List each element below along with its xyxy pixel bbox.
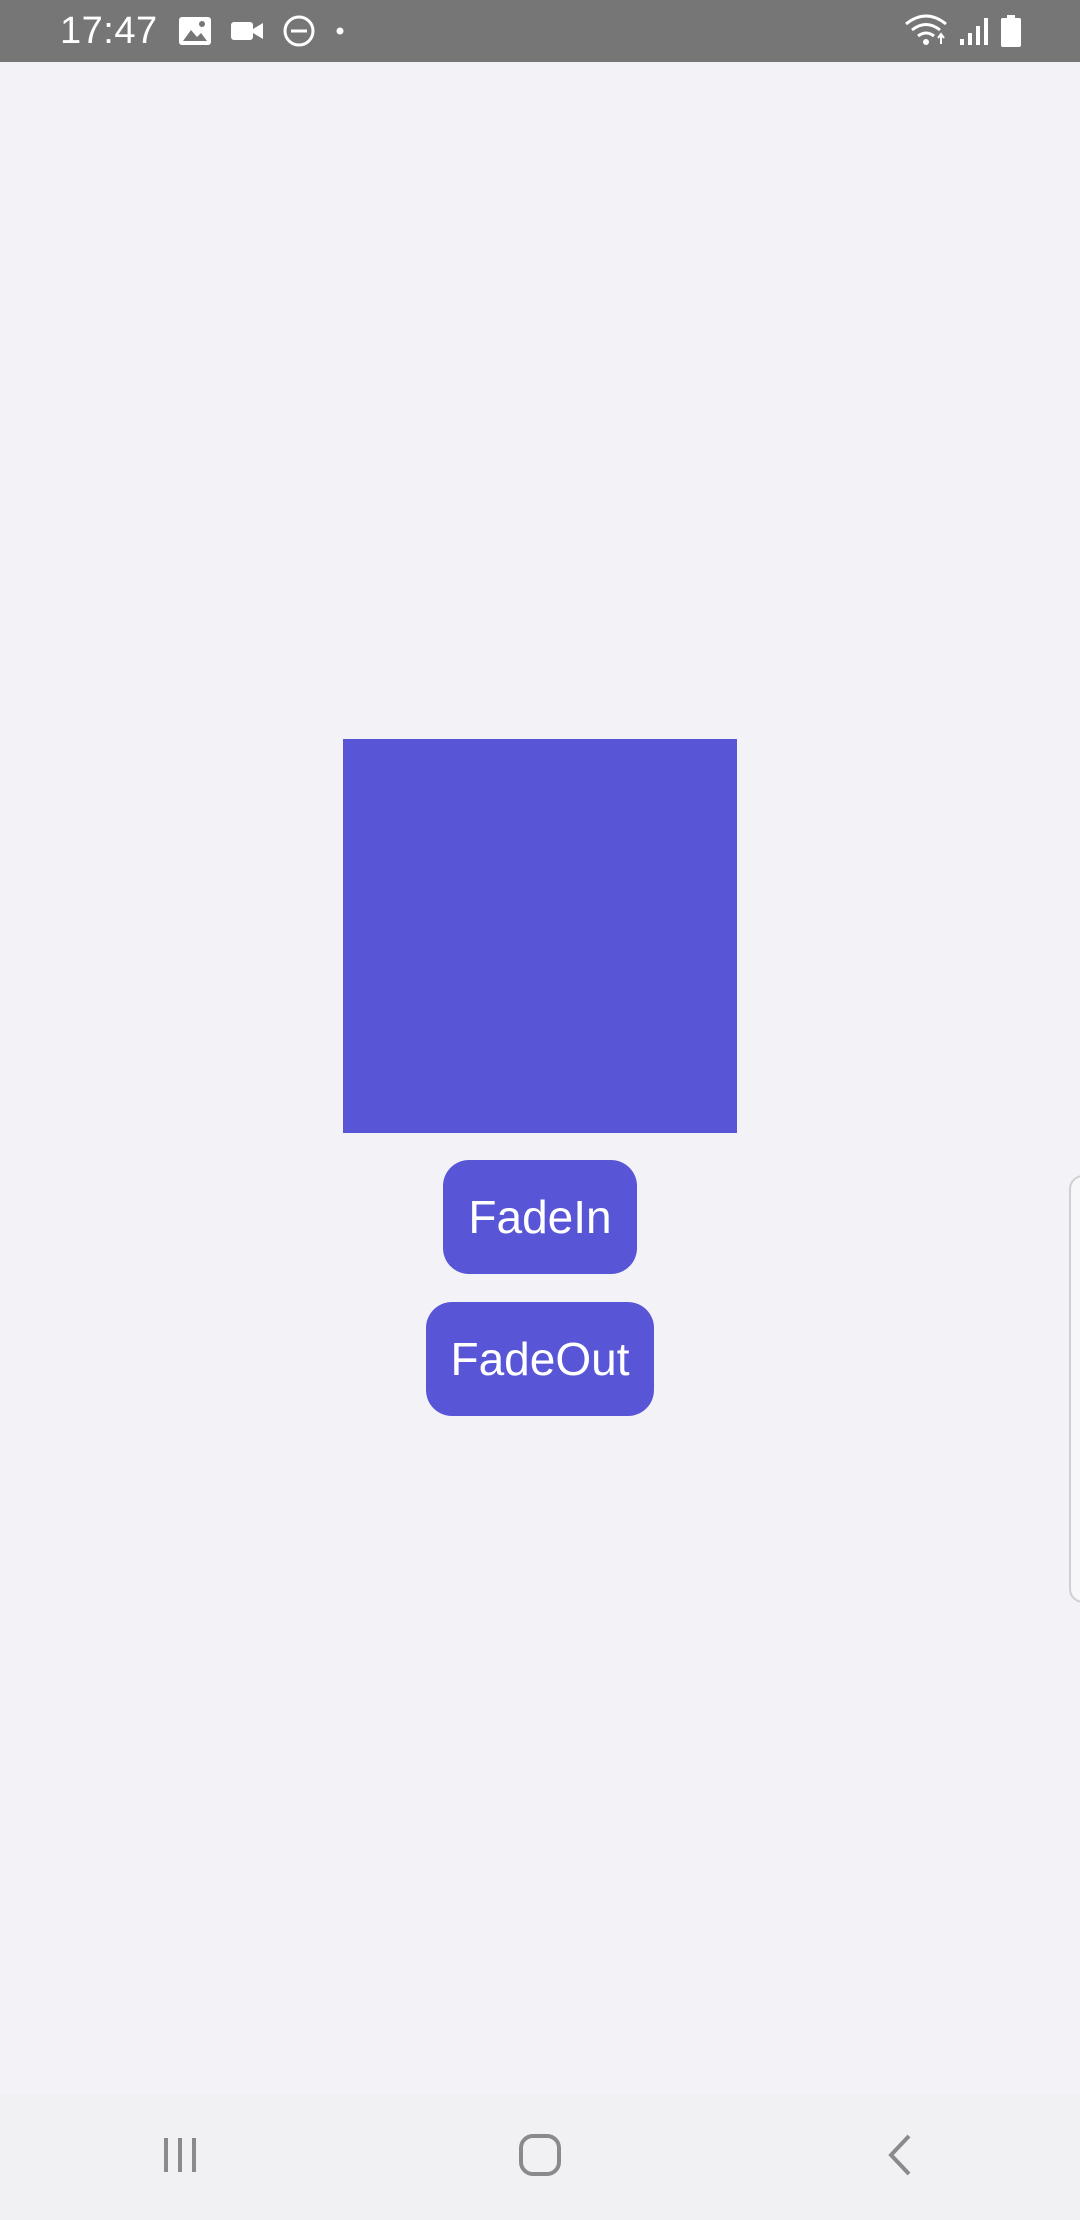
recent-apps-button[interactable]: [120, 2107, 240, 2207]
image-icon: [178, 16, 212, 46]
fade-out-button[interactable]: FadeOut: [426, 1302, 654, 1416]
edge-panel-handle[interactable]: [1069, 1175, 1080, 1603]
status-time: 17:47: [60, 9, 158, 52]
video-camera-icon: [230, 19, 264, 43]
fade-target-box: [343, 739, 737, 1133]
main-content: FadeIn FadeOut: [0, 62, 1080, 2094]
do-not-disturb-icon: [282, 14, 316, 48]
status-right-icons: [894, 14, 1022, 48]
wifi-icon: [904, 14, 948, 48]
battery-icon: [1000, 14, 1022, 48]
status-left-icons: [178, 14, 364, 48]
dot-icon: [334, 25, 346, 37]
home-icon: [517, 2132, 563, 2183]
back-icon: [883, 2132, 917, 2183]
home-button[interactable]: [480, 2107, 600, 2207]
recent-apps-icon: [158, 2135, 202, 2180]
back-button[interactable]: [840, 2107, 960, 2207]
navigation-bar: [0, 2094, 1080, 2220]
fade-in-button[interactable]: FadeIn: [443, 1160, 637, 1274]
signal-icon: [958, 15, 990, 47]
status-bar: 17:47: [0, 0, 1080, 62]
